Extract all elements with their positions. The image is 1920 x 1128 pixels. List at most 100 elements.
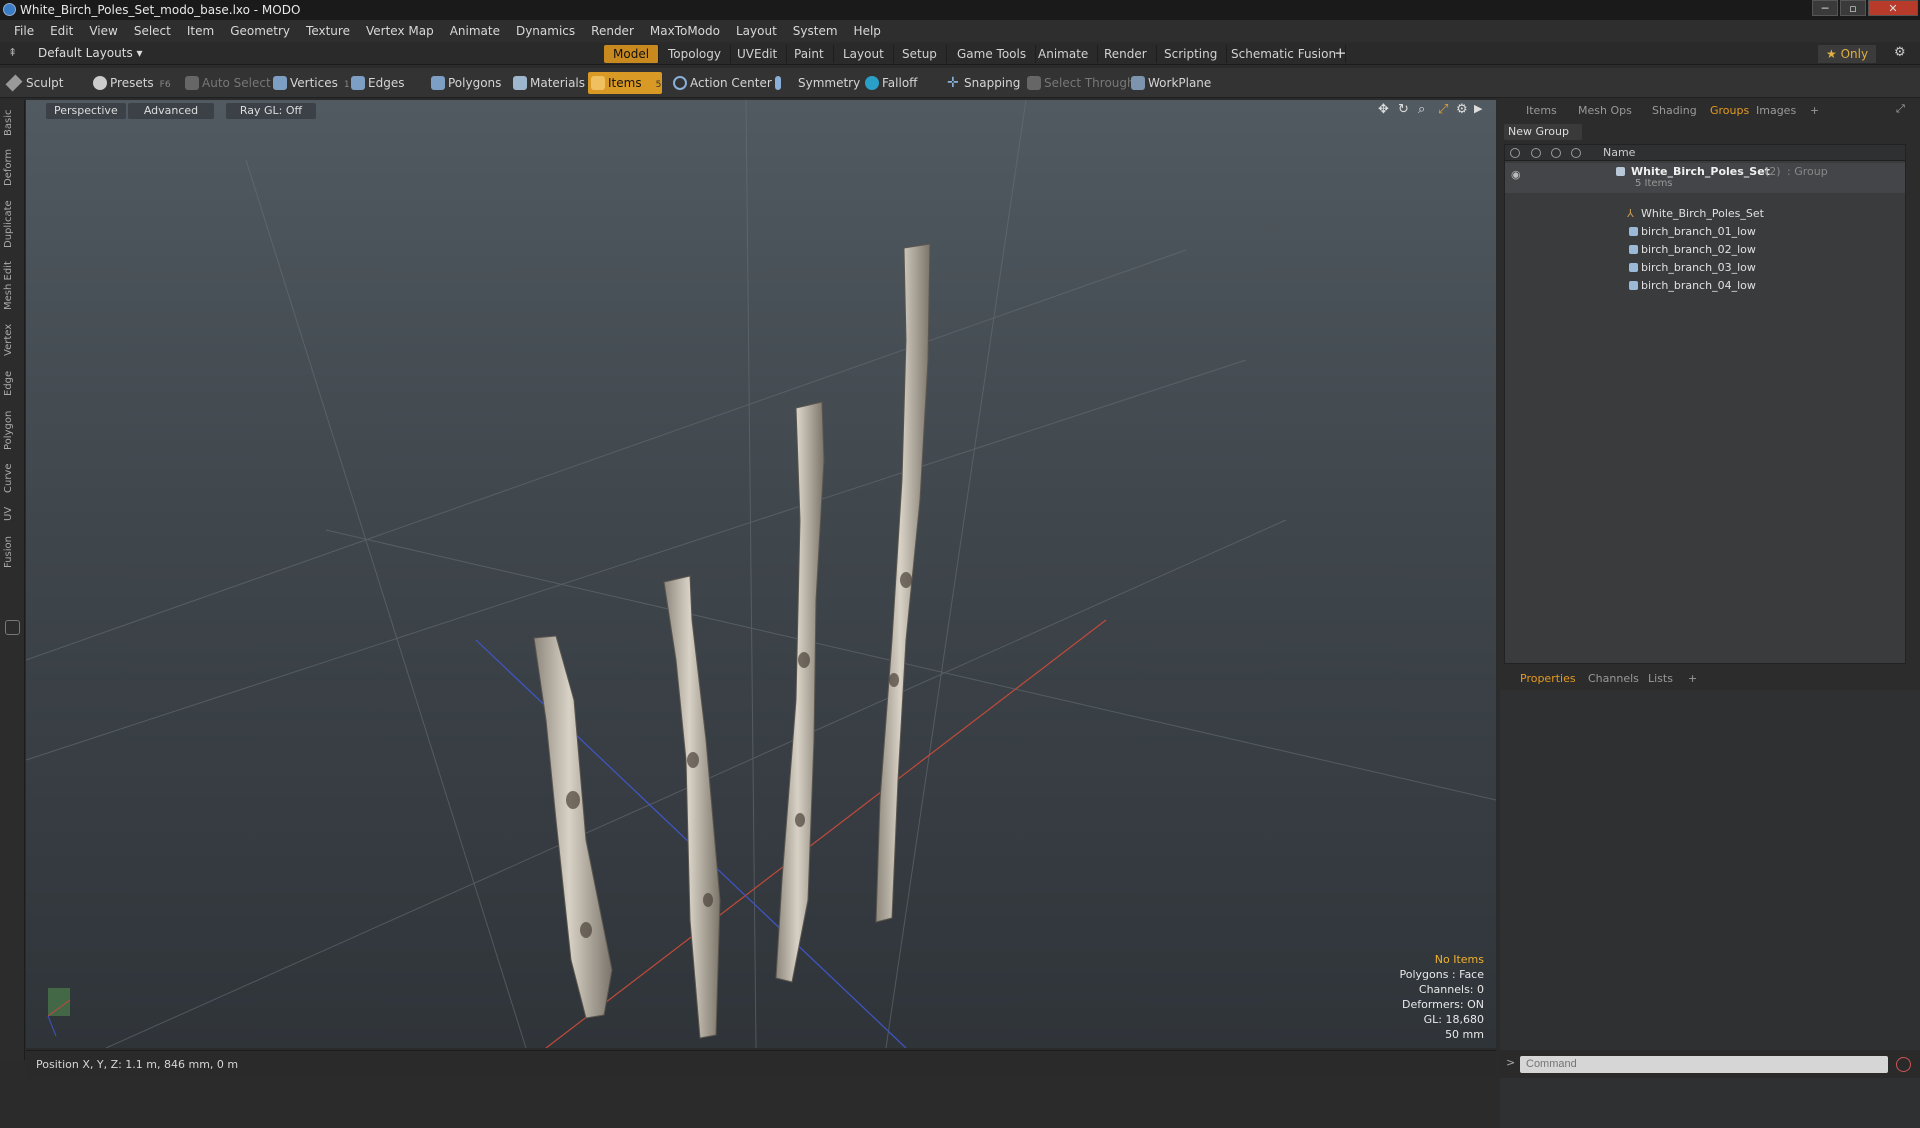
zoom-icon[interactable]: ⌕: [1418, 102, 1425, 117]
tab-polygon[interactable]: Polygon: [3, 406, 21, 454]
menu-edit[interactable]: Edit: [42, 20, 81, 42]
tab-game-tools[interactable]: Game Tools: [948, 45, 1037, 63]
tab-paint[interactable]: Paint: [785, 45, 834, 63]
fit-view-icon[interactable]: ⤢: [1438, 102, 1448, 117]
tab-items[interactable]: Items: [1518, 104, 1565, 117]
only-toggle-button[interactable]: ★ Only: [1818, 45, 1877, 63]
symmetry-button[interactable]: Symmetry: [772, 72, 866, 94]
selectable-toggle-icon[interactable]: [1571, 148, 1581, 158]
3d-viewport[interactable]: Perspective Advanced Ray GL: Off ✥ ↻ ⌕ ⤢…: [26, 100, 1496, 1048]
add-layout-tab-button[interactable]: +: [1334, 44, 1347, 62]
tab-edge[interactable]: Edge: [3, 366, 21, 400]
command-input[interactable]: [1520, 1056, 1888, 1073]
menu-layout[interactable]: Layout: [728, 20, 785, 42]
items-mode-button[interactable]: Items 5: [588, 72, 662, 94]
tab-model[interactable]: Model: [604, 45, 660, 63]
edges-icon: [351, 76, 365, 90]
workplane-button[interactable]: WorkPlane: [1128, 72, 1217, 94]
viewport-menu-arrow-icon[interactable]: ▶: [1474, 102, 1482, 115]
pan-icon[interactable]: ✥: [1378, 102, 1389, 117]
menu-maxtomodo[interactable]: MaxToModo: [642, 20, 728, 42]
collapse-arrow-icon[interactable]: ⇞: [8, 46, 17, 59]
menu-render[interactable]: Render: [583, 20, 642, 42]
lock-toggle-icon[interactable]: [1551, 148, 1561, 158]
tab-images[interactable]: Images: [1748, 104, 1804, 117]
tab-shading[interactable]: Shading: [1644, 104, 1705, 117]
minimize-button[interactable]: ─: [1812, 0, 1838, 16]
action-center-button[interactable]: Action Center: [670, 72, 778, 94]
menu-file[interactable]: File: [6, 20, 42, 42]
tab-uv[interactable]: UV: [3, 502, 21, 526]
settings-gear-icon[interactable]: ⚙: [1894, 45, 1906, 60]
materials-mode-button[interactable]: Materials: [510, 72, 591, 94]
birch-pole-3[interactable]: [775, 401, 825, 983]
close-button[interactable]: ✕: [1868, 0, 1918, 16]
menu-item[interactable]: Item: [179, 20, 222, 42]
birch-pole-2[interactable]: [663, 575, 721, 1039]
menu-vertex-map[interactable]: Vertex Map: [358, 20, 442, 42]
polygons-mode-button[interactable]: Polygons: [428, 72, 507, 94]
menu-geometry[interactable]: Geometry: [222, 20, 298, 42]
tab-duplicate[interactable]: Duplicate: [3, 196, 21, 252]
tab-mesh-ops[interactable]: Mesh Ops: [1570, 104, 1640, 117]
name-column-header[interactable]: Name: [1603, 146, 1635, 159]
tab-layout[interactable]: Layout: [834, 45, 894, 63]
add-tab-button[interactable]: +: [1802, 104, 1827, 117]
visibility-eye-icon[interactable]: [1510, 148, 1520, 158]
render-toggle-icon[interactable]: [1531, 148, 1541, 158]
snapping-button[interactable]: ✛ Snapping: [944, 72, 1026, 94]
falloff-button[interactable]: Falloff: [862, 72, 923, 94]
menu-dynamics[interactable]: Dynamics: [508, 20, 583, 42]
menu-view[interactable]: View: [81, 20, 125, 42]
list-item[interactable]: ⅄ White_Birch_Poles_Set: [1505, 205, 1905, 223]
rotate-icon[interactable]: ↻: [1398, 102, 1409, 117]
tab-lists[interactable]: Lists: [1640, 672, 1681, 685]
tab-channels[interactable]: Channels: [1580, 672, 1647, 685]
tab-scripting[interactable]: Scripting: [1155, 45, 1228, 63]
tab-fusion[interactable]: Fusion: [3, 532, 21, 572]
expand-panel-icon[interactable]: ⤢: [1896, 102, 1905, 116]
add-props-tab-button[interactable]: +: [1680, 672, 1705, 685]
view-perspective-dropdown[interactable]: Perspective: [46, 103, 126, 119]
list-item[interactable]: birch_branch_03_low: [1505, 259, 1905, 277]
maximize-button[interactable]: ▫: [1840, 0, 1866, 16]
list-item[interactable]: birch_branch_02_low: [1505, 241, 1905, 259]
tab-schematic-fusion[interactable]: Schematic Fusion: [1222, 45, 1347, 63]
new-group-button[interactable]: New Group: [1504, 124, 1582, 140]
list-item[interactable]: birch_branch_04_low: [1505, 277, 1905, 295]
menu-select[interactable]: Select: [126, 20, 179, 42]
menu-texture[interactable]: Texture: [298, 20, 358, 42]
tab-render[interactable]: Render: [1095, 45, 1157, 63]
default-layouts-dropdown[interactable]: Default Layouts ▾: [38, 46, 143, 60]
raygl-toggle[interactable]: Ray GL: Off: [226, 103, 316, 119]
command-clear-icon[interactable]: [1896, 1057, 1911, 1072]
presets-button[interactable]: Presets F6: [90, 72, 177, 94]
list-header: Name: [1505, 145, 1905, 161]
menu-animate[interactable]: Animate: [442, 20, 508, 42]
group-visibility-eye-icon[interactable]: ◉: [1511, 166, 1521, 184]
viewport-settings-icon[interactable]: ⚙: [1456, 102, 1468, 117]
tab-basic[interactable]: Basic: [3, 106, 21, 140]
tab-curve[interactable]: Curve: [3, 460, 21, 496]
tab-properties[interactable]: Properties: [1512, 672, 1584, 685]
auto-select-button[interactable]: Auto Select: [182, 72, 277, 94]
tab-vertex[interactable]: Vertex: [3, 320, 21, 360]
tab-deform[interactable]: Deform: [3, 146, 21, 188]
group-row[interactable]: ◉ White_Birch_Poles_Set (2) : Group 5 It…: [1505, 163, 1905, 193]
palette-toggle-icon[interactable]: [5, 620, 20, 635]
sculpt-button[interactable]: Sculpt: [5, 72, 69, 94]
tab-topology[interactable]: Topology: [659, 45, 731, 63]
shading-advanced-dropdown[interactable]: Advanced: [128, 103, 214, 119]
menu-bar: File Edit View Select Item Geometry Text…: [0, 20, 1920, 42]
tab-mesh-edit[interactable]: Mesh Edit: [3, 258, 21, 314]
item-name: birch_branch_04_low: [1641, 279, 1756, 292]
tab-uvedit[interactable]: UVEdit: [728, 45, 788, 63]
item-name: birch_branch_01_low: [1641, 225, 1756, 238]
vertices-mode-button[interactable]: Vertices 1: [270, 72, 356, 94]
tab-animate[interactable]: Animate: [1029, 45, 1099, 63]
menu-help[interactable]: Help: [846, 20, 889, 42]
list-item[interactable]: birch_branch_01_low: [1505, 223, 1905, 241]
select-through-button[interactable]: Select Through: [1024, 72, 1141, 94]
tab-setup[interactable]: Setup: [893, 45, 947, 63]
menu-system[interactable]: System: [785, 20, 846, 42]
